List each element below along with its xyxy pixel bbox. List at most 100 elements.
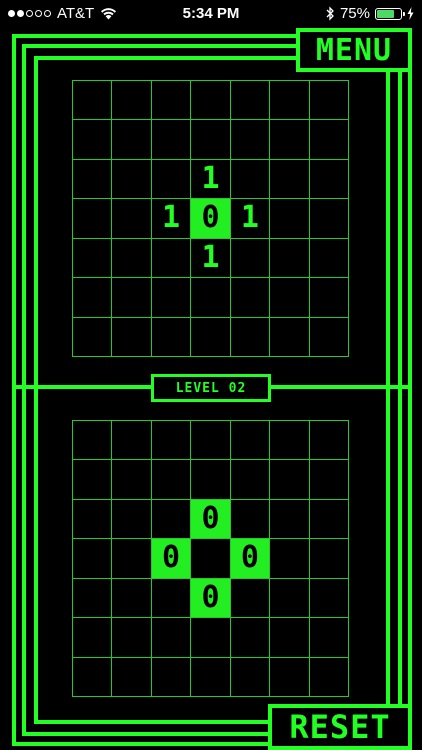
player-grid-cell[interactable] (73, 578, 113, 619)
target-grid-cell[interactable] (73, 238, 113, 279)
player-grid-cell[interactable]: 0 (191, 578, 231, 619)
target-grid-cell[interactable] (151, 81, 192, 121)
target-grid-cell[interactable] (309, 81, 349, 121)
player-grid-cell[interactable] (270, 578, 310, 619)
target-grid-cell[interactable] (309, 199, 349, 239)
player-grid-cell[interactable] (73, 499, 113, 540)
player-grid-cell[interactable] (112, 460, 152, 500)
player-grid-cell[interactable] (73, 539, 113, 579)
player-grid-cell[interactable] (309, 657, 349, 697)
target-grid-cell[interactable] (230, 317, 271, 357)
target-grid-cell[interactable]: 1 (191, 159, 231, 200)
target-grid-cell[interactable] (151, 120, 192, 160)
player-grid-cell[interactable] (112, 499, 152, 540)
player-grid-cell[interactable] (230, 657, 271, 697)
target-grid-cell[interactable] (230, 81, 271, 121)
target-grid-cell[interactable] (112, 278, 152, 318)
player-grid-cell[interactable] (73, 618, 113, 658)
player-grid-cell[interactable] (309, 499, 349, 540)
target-grid-cell[interactable] (112, 120, 152, 160)
reset-button[interactable]: RESET (268, 704, 412, 750)
player-grid-cell[interactable] (191, 460, 231, 500)
target-grid-cell[interactable] (270, 278, 310, 318)
player-grid-cell[interactable] (112, 657, 152, 697)
player-grid-cell[interactable] (151, 657, 192, 697)
target-grid-cell[interactable] (309, 120, 349, 160)
target-grid-cell[interactable] (309, 238, 349, 279)
player-grid-cell[interactable] (270, 657, 310, 697)
player-grid-cell[interactable] (309, 460, 349, 500)
player-grid-cell[interactable] (309, 421, 349, 461)
target-grid-cell[interactable] (112, 238, 152, 279)
player-grid-cell[interactable] (191, 421, 231, 461)
target-grid-cell[interactable] (230, 238, 271, 279)
player-grid-cell[interactable] (309, 539, 349, 579)
player-grid-cell[interactable] (151, 421, 192, 461)
target-grid-cell[interactable] (73, 81, 113, 121)
target-grid-cell[interactable] (191, 278, 231, 318)
target-grid-cell[interactable] (230, 120, 271, 160)
player-grid-cell[interactable] (151, 618, 192, 658)
target-grid-cell[interactable] (151, 159, 192, 200)
player-grid-cell[interactable] (73, 421, 113, 461)
player-grid-cell[interactable] (309, 578, 349, 619)
player-grid-cell[interactable] (73, 460, 113, 500)
player-grid-cell[interactable] (230, 618, 271, 658)
target-grid-cell[interactable] (73, 199, 113, 239)
player-grid-cell[interactable] (112, 539, 152, 579)
target-grid-cell[interactable] (151, 317, 192, 357)
player-grid-cell[interactable] (112, 578, 152, 619)
target-grid-cell[interactable] (73, 159, 113, 200)
player-grid-cell[interactable] (151, 460, 192, 500)
player-grid-cell[interactable] (151, 578, 192, 619)
target-grid-cell[interactable] (151, 278, 192, 318)
target-grid-cell[interactable] (191, 81, 231, 121)
target-grid-cell[interactable] (112, 199, 152, 239)
target-grid-cell[interactable] (191, 120, 231, 160)
target-grid-cell[interactable] (73, 278, 113, 318)
player-grid-cell[interactable] (270, 618, 310, 658)
player-grid-cell[interactable] (270, 499, 310, 540)
target-grid-cell[interactable]: 0 (191, 199, 231, 239)
target-grid-cell[interactable]: 1 (191, 238, 231, 279)
player-grid-cell[interactable] (270, 421, 310, 461)
target-grid-cell[interactable] (230, 159, 271, 200)
target-grid-cell[interactable] (112, 159, 152, 200)
player-grid-cell[interactable] (73, 657, 113, 697)
player-grid-cell[interactable] (309, 618, 349, 658)
target-grid-cell[interactable] (270, 159, 310, 200)
target-grid-cell[interactable] (191, 317, 231, 357)
player-grid-cell[interactable]: 0 (191, 499, 231, 540)
player-grid-cell[interactable]: 0 (151, 539, 192, 579)
player-grid-cell[interactable] (112, 421, 152, 461)
target-grid-cell[interactable] (230, 278, 271, 318)
player-grid-cell[interactable] (191, 657, 231, 697)
target-grid-cell[interactable] (151, 238, 192, 279)
player-grid-cell[interactable] (230, 421, 271, 461)
player-grid-cell[interactable] (151, 499, 192, 540)
target-grid-cell[interactable] (270, 317, 310, 357)
player-grid-cell[interactable] (112, 618, 152, 658)
target-grid-cell[interactable] (270, 81, 310, 121)
target-grid-cell[interactable] (309, 278, 349, 318)
player-grid-cell[interactable] (230, 578, 271, 619)
target-grid-cell[interactable] (270, 238, 310, 279)
player-grid-cell[interactable] (230, 499, 271, 540)
target-grid-cell[interactable] (309, 317, 349, 357)
player-grid-cell[interactable]: 0 (230, 539, 271, 579)
target-grid-cell[interactable] (112, 317, 152, 357)
target-grid-cell[interactable] (73, 120, 113, 160)
target-grid-cell[interactable]: 1 (151, 199, 192, 239)
player-grid-cell[interactable] (270, 460, 310, 500)
target-grid-cell[interactable] (73, 317, 113, 357)
target-grid-cell[interactable] (270, 199, 310, 239)
target-grid-cell[interactable] (270, 120, 310, 160)
target-grid-cell[interactable] (309, 159, 349, 200)
target-grid-cell[interactable] (112, 81, 152, 121)
player-grid-cell[interactable] (270, 539, 310, 579)
player-grid-cell[interactable] (230, 460, 271, 500)
player-grid-cell[interactable] (191, 539, 231, 579)
player-grid-cell[interactable] (191, 618, 231, 658)
target-grid-cell[interactable]: 1 (230, 199, 271, 239)
menu-button[interactable]: MENU (296, 28, 412, 72)
